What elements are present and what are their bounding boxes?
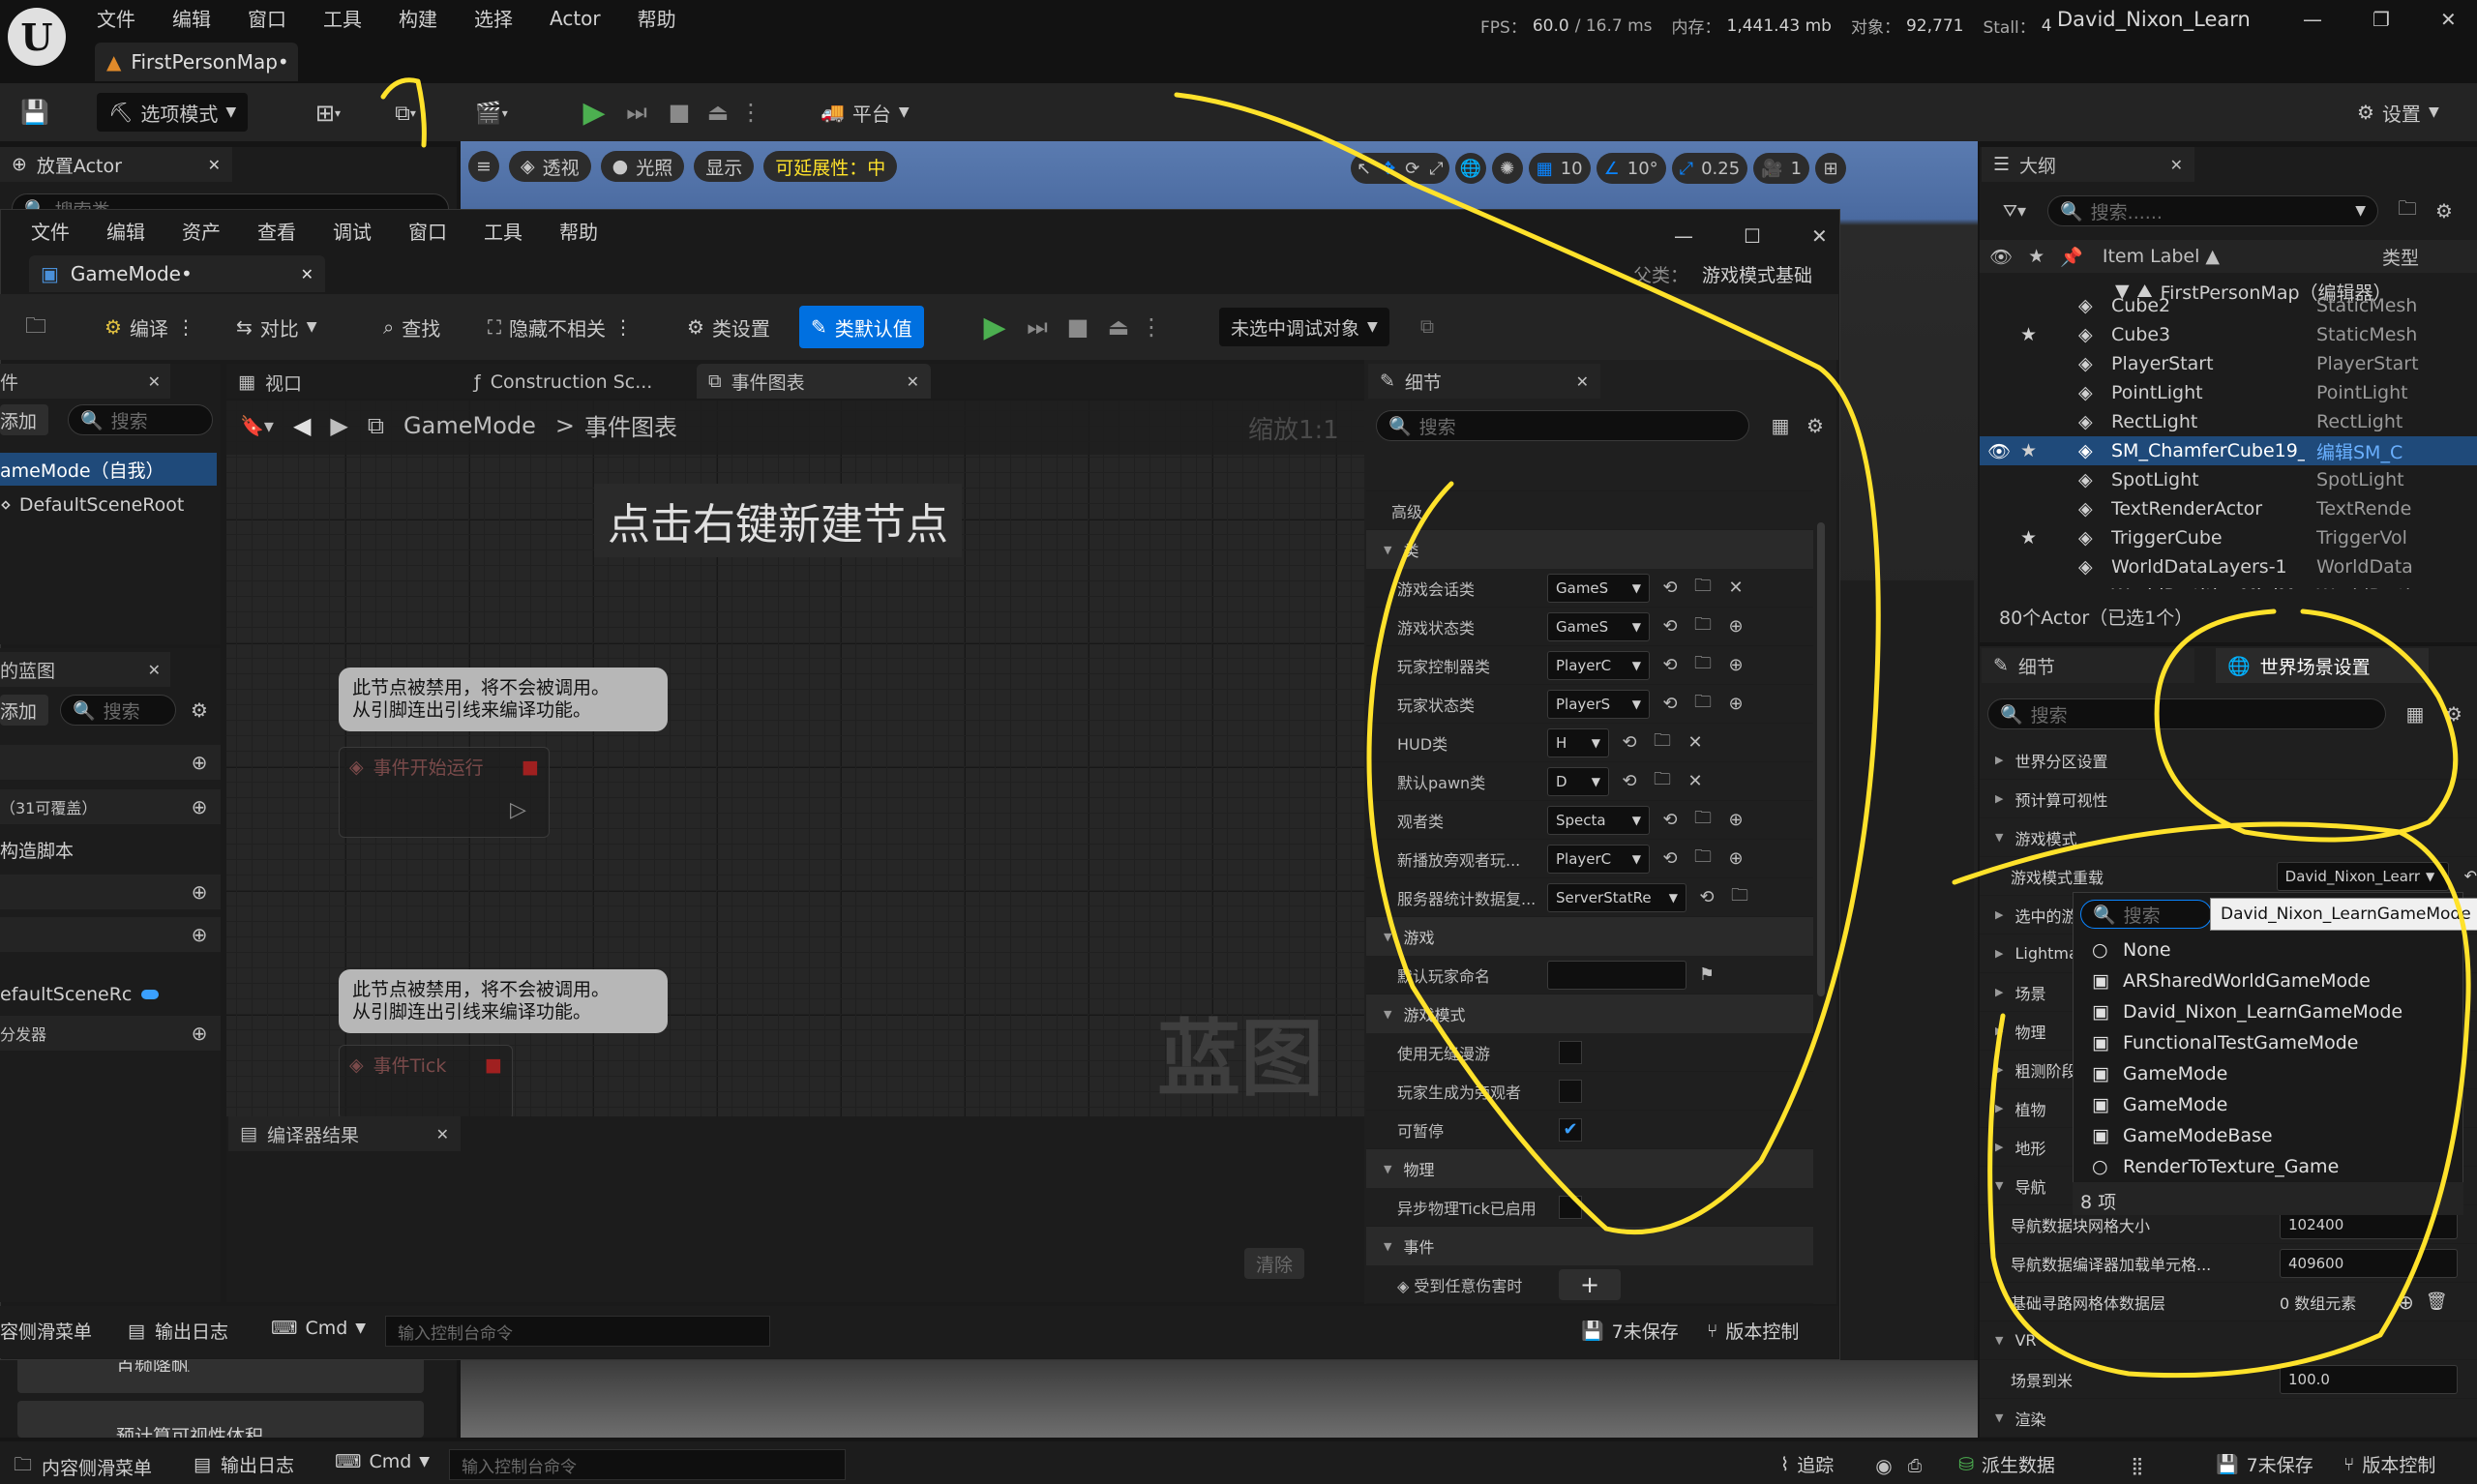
yellow-annotations	[380, 77, 2471, 1379]
annotation-right-circle	[1952, 821, 2471, 1379]
annotation-left-loop	[1174, 92, 1881, 1235]
annotation-blueprint-mark	[380, 77, 427, 148]
annotation-right-loop	[2154, 608, 2459, 843]
